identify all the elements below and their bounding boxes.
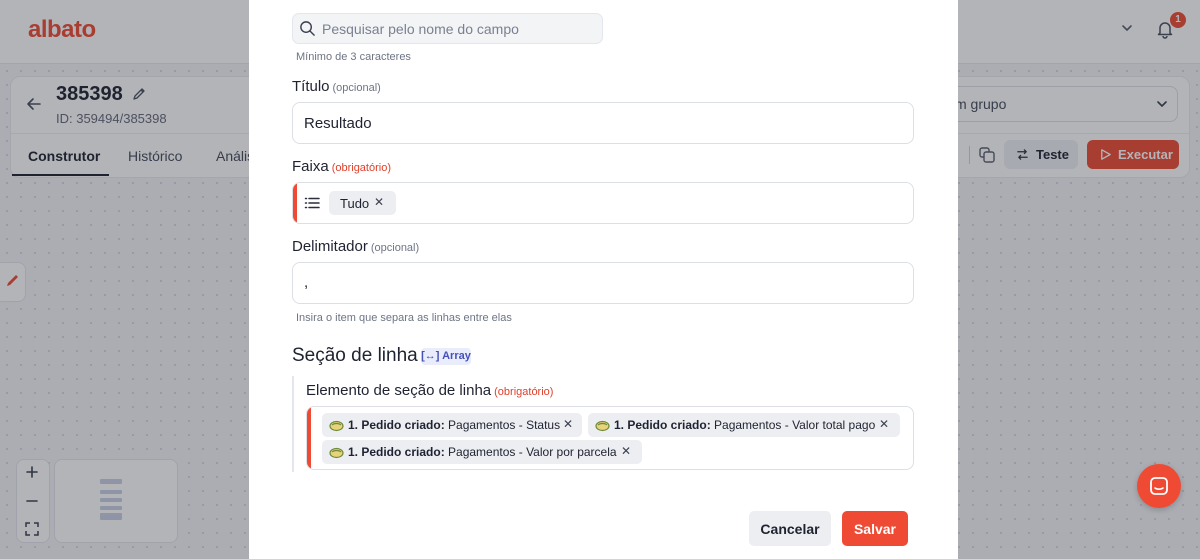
save-button[interactable]: Salvar bbox=[842, 511, 908, 546]
search-icon bbox=[300, 21, 315, 36]
cancel-button[interactable]: Cancelar bbox=[749, 511, 831, 546]
row-element-required-tag: (obrigatório) bbox=[494, 386, 554, 398]
field-chip-field: Pagamentos - Status bbox=[448, 418, 561, 432]
title-input[interactable] bbox=[292, 102, 914, 144]
app-logo-icon bbox=[329, 420, 344, 432]
field-chip-text: 1. Pedido criado: Pagamentos - Valor tot… bbox=[614, 418, 875, 432]
field-chip[interactable]: 1. Pedido criado: Pagamentos - Valor por… bbox=[322, 440, 642, 464]
chat-icon bbox=[1150, 477, 1168, 495]
field-chip-text: 1. Pedido criado: Pagamentos - Valor por… bbox=[348, 445, 617, 459]
remove-chip-icon[interactable]: ✕ bbox=[563, 417, 573, 431]
field-chip-text: 1. Pedido criado: Pagamentos - Status bbox=[348, 418, 560, 432]
title-input-value: Resultado bbox=[304, 115, 372, 132]
delimiter-label-text: Delimitador bbox=[292, 238, 368, 255]
title-label-text: Título bbox=[292, 78, 330, 95]
remove-chip-icon[interactable]: ✕ bbox=[374, 195, 384, 209]
delimiter-optional-tag: (opcional) bbox=[370, 242, 420, 254]
section-indent-line bbox=[292, 376, 294, 472]
range-field-label: Faixa (obrigatório) bbox=[292, 158, 391, 175]
row-section-title: Seção de linha bbox=[292, 345, 418, 366]
range-label-text: Faixa bbox=[292, 158, 329, 175]
delimiter-input-value: , bbox=[304, 274, 309, 291]
app-logo-icon bbox=[329, 447, 344, 459]
delimiter-field-label: Delimitador (opcional) bbox=[292, 238, 419, 255]
range-required-tag: (obrigatório) bbox=[331, 162, 391, 174]
app-logo-icon bbox=[595, 420, 610, 432]
title-optional-tag: (opcional) bbox=[332, 82, 381, 94]
field-chip[interactable]: 1. Pedido criado: Pagamentos - Status ✕ bbox=[322, 413, 582, 437]
field-chip-source: 1. Pedido criado: bbox=[614, 418, 711, 432]
array-type-badge: [↔] Array bbox=[421, 348, 471, 365]
field-chip-field: Pagamentos - Valor por parcela bbox=[448, 445, 617, 459]
remove-chip-icon[interactable]: ✕ bbox=[879, 417, 889, 431]
title-field-label: Título (opcional) bbox=[292, 78, 381, 95]
field-chip[interactable]: 1. Pedido criado: Pagamentos - Valor tot… bbox=[588, 413, 900, 437]
field-chip-source: 1. Pedido criado: bbox=[348, 418, 445, 432]
field-chip-field: Pagamentos - Valor total pago bbox=[714, 418, 876, 432]
remove-chip-icon[interactable]: ✕ bbox=[621, 444, 631, 458]
list-icon bbox=[304, 197, 320, 209]
delimiter-hint: Insira o item que separa as linhas entre… bbox=[296, 312, 512, 324]
range-chip: Tudo ✕ bbox=[329, 191, 396, 215]
row-element-label: Elemento de seção de linha (obrigatório) bbox=[306, 382, 553, 399]
search-hint: Mínimo de 3 caracteres bbox=[296, 51, 411, 63]
row-element-label-text: Elemento de seção de linha bbox=[306, 382, 492, 399]
field-search-input[interactable] bbox=[322, 15, 592, 42]
field-chip-source: 1. Pedido criado: bbox=[348, 445, 445, 459]
delimiter-input[interactable] bbox=[292, 262, 914, 304]
range-chip-label: Tudo bbox=[340, 196, 370, 211]
